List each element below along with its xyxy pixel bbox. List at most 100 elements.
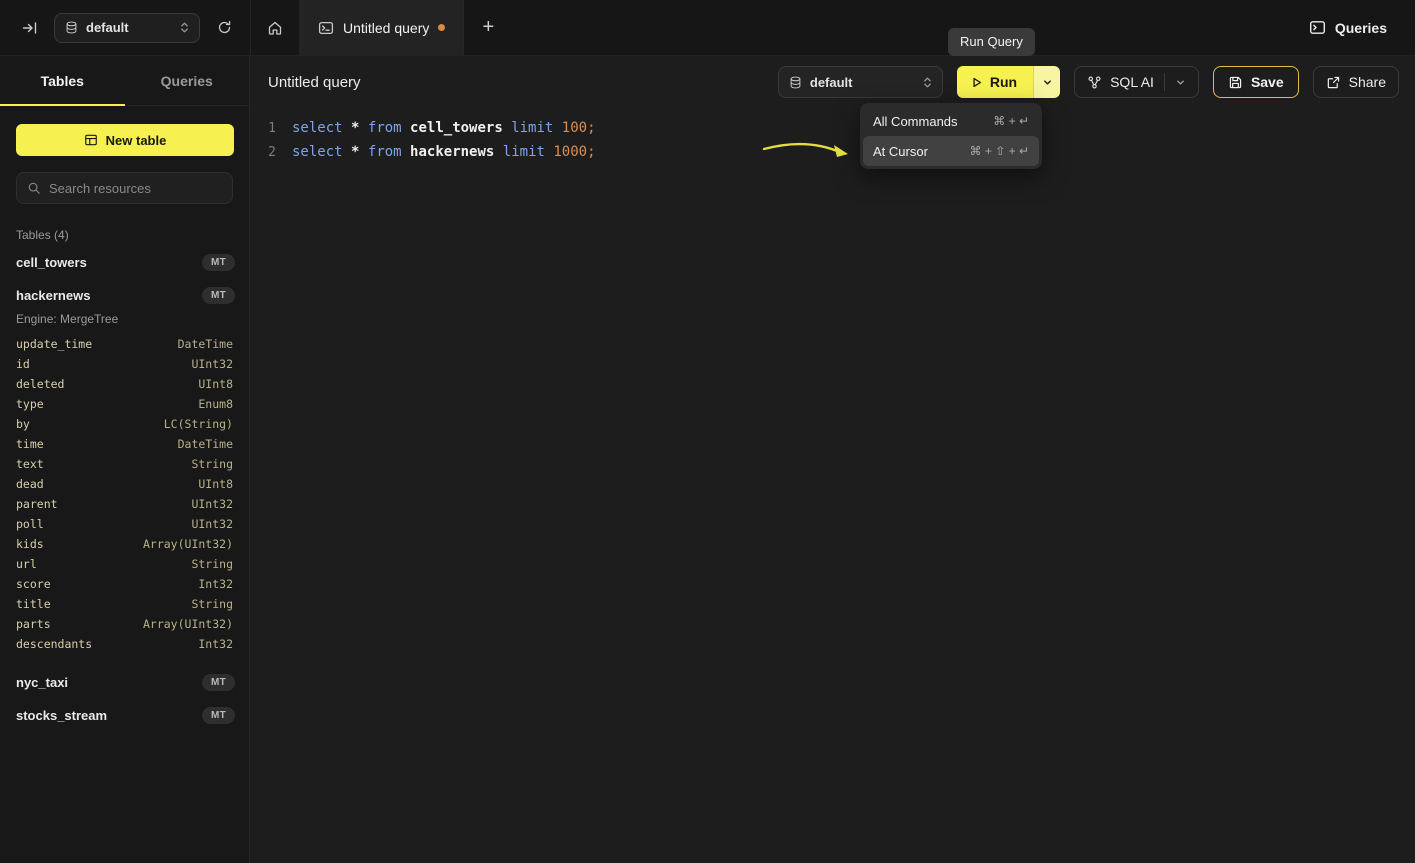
database-selector-value: default [86, 20, 172, 35]
column-type: DateTime [178, 337, 233, 351]
column-item-time[interactable]: timeDateTime [0, 434, 249, 454]
sql-ai-icon [1087, 75, 1102, 90]
column-name: parts [16, 617, 51, 631]
column-type: Enum8 [198, 397, 233, 411]
column-name: type [16, 397, 44, 411]
new-table-button[interactable]: New table [16, 124, 234, 156]
query-tab-icon [318, 20, 334, 36]
column-item-update_time[interactable]: update_timeDateTime [0, 334, 249, 354]
sql-editor[interactable]: 1select * from cell_towers limit 100;2se… [250, 108, 1415, 863]
column-item-deleted[interactable]: deletedUInt8 [0, 374, 249, 394]
column-name: text [16, 457, 44, 471]
refresh-icon[interactable] [212, 16, 236, 40]
column-item-parent[interactable]: parentUInt32 [0, 494, 249, 514]
collapse-sidebar-icon[interactable] [18, 16, 42, 40]
engine-badge: MT [202, 707, 235, 724]
column-item-type[interactable]: type Enum8 [0, 394, 249, 414]
line-number: 2 [250, 145, 276, 160]
sql-ai-button[interactable]: SQL AI [1074, 66, 1199, 98]
table-name: stocks_stream [16, 708, 107, 723]
sidebar: Tables Queries New table Tables (4) [0, 56, 250, 863]
column-item-dead[interactable]: dead UInt8 [0, 474, 249, 494]
code-line-1: 1select * from cell_towers limit 100; [250, 116, 1415, 140]
sidebar-tab-tables[interactable]: Tables [0, 56, 125, 105]
run-button[interactable]: Run [957, 66, 1033, 98]
run-menu-item-at-cursor[interactable]: At Cursor⌘ + ⇧ + ↵ [863, 136, 1039, 166]
home-icon [267, 20, 283, 36]
column-item-url[interactable]: url String [0, 554, 249, 574]
search-resources-input[interactable] [49, 181, 222, 196]
menu-item-label: At Cursor [873, 144, 928, 159]
column-name: id [16, 357, 30, 371]
database-selector-main[interactable]: default [778, 66, 943, 98]
tab-home[interactable] [251, 0, 299, 55]
column-item-text[interactable]: text String [0, 454, 249, 474]
column-item-poll[interactable]: poll UInt32 [0, 514, 249, 534]
column-name: descendants [16, 637, 92, 651]
column-type: Int32 [198, 637, 233, 651]
column-type: UInt8 [198, 377, 233, 391]
column-item-by[interactable]: byLC(String) [0, 414, 249, 434]
database-icon [789, 76, 802, 89]
column-name: time [16, 437, 44, 451]
share-icon [1326, 75, 1341, 90]
save-button[interactable]: Save [1213, 66, 1299, 98]
table-grid-icon [84, 133, 98, 147]
table-item-nyc_taxi[interactable]: nyc_taxi MT [0, 666, 249, 699]
column-item-descendants[interactable]: descendants Int32 [0, 634, 249, 654]
sql-console-app: default Untitled query [0, 0, 1415, 863]
column-list: update_timeDateTimeidUInt32deletedUInt8t… [0, 334, 249, 666]
line-number: 1 [250, 121, 276, 136]
engine-badge: MT [202, 674, 235, 691]
topbar: default Untitled query [0, 0, 1415, 56]
tab-label: Untitled query [343, 20, 429, 36]
chevron-down-icon [1042, 77, 1053, 88]
run-menu-item-all-commands[interactable]: All Commands⌘ + ↵ [863, 106, 1039, 136]
run-button-group: Run [957, 66, 1060, 98]
table-name: cell_towers [16, 255, 87, 270]
column-name: url [16, 557, 37, 571]
column-type: String [191, 457, 233, 471]
search-box [16, 172, 233, 204]
sidebar-tab-queries[interactable]: Queries [125, 56, 250, 105]
column-item-score[interactable]: scoreInt32 [0, 574, 249, 594]
tables-section-label: Tables (4) [16, 228, 233, 242]
column-item-title[interactable]: title String [0, 594, 249, 614]
run-options-button[interactable] [1033, 66, 1060, 98]
column-item-id[interactable]: idUInt32 [0, 354, 249, 374]
chevron-down-icon [1175, 77, 1186, 88]
queries-label: Queries [1335, 20, 1387, 36]
unsaved-dot-icon [438, 24, 445, 31]
column-name: title [16, 597, 51, 611]
play-icon [970, 76, 983, 89]
column-item-kids[interactable]: kidsArray(UInt32) [0, 534, 249, 554]
main-panel: Untitled query default Run [250, 56, 1415, 863]
engine-label: Engine: MergeTree [0, 312, 249, 334]
column-name: score [16, 577, 51, 591]
sql-ai-label: SQL AI [1110, 74, 1154, 90]
table-item-hackernews[interactable]: hackernewsMT [0, 279, 249, 312]
table-name: hackernews [16, 288, 90, 303]
column-name: by [16, 417, 30, 431]
column-item-parts[interactable]: partsArray(UInt32) [0, 614, 249, 634]
database-selector[interactable]: default [54, 13, 200, 43]
column-name: dead [16, 477, 44, 491]
database-selector-main-value: default [810, 75, 915, 90]
new-tab-button[interactable]: + [464, 0, 512, 55]
tab-untitled-query[interactable]: Untitled query [299, 0, 464, 55]
column-type: String [191, 597, 233, 611]
updown-chevron-icon [180, 21, 189, 34]
column-name: poll [16, 517, 44, 531]
column-type: UInt8 [198, 477, 233, 491]
table-item-stocks_stream[interactable]: stocks_stream MT [0, 699, 249, 732]
column-type: UInt32 [191, 517, 233, 531]
column-type: String [191, 557, 233, 571]
table-item-cell_towers[interactable]: cell_towersMT [0, 246, 249, 279]
column-type: Array(UInt32) [143, 537, 233, 551]
search-icon [27, 181, 41, 195]
queries-button[interactable]: Queries [1309, 0, 1415, 55]
table-name: nyc_taxi [16, 675, 68, 690]
share-button[interactable]: Share [1313, 66, 1399, 98]
database-icon [65, 21, 78, 34]
share-label: Share [1349, 74, 1386, 90]
